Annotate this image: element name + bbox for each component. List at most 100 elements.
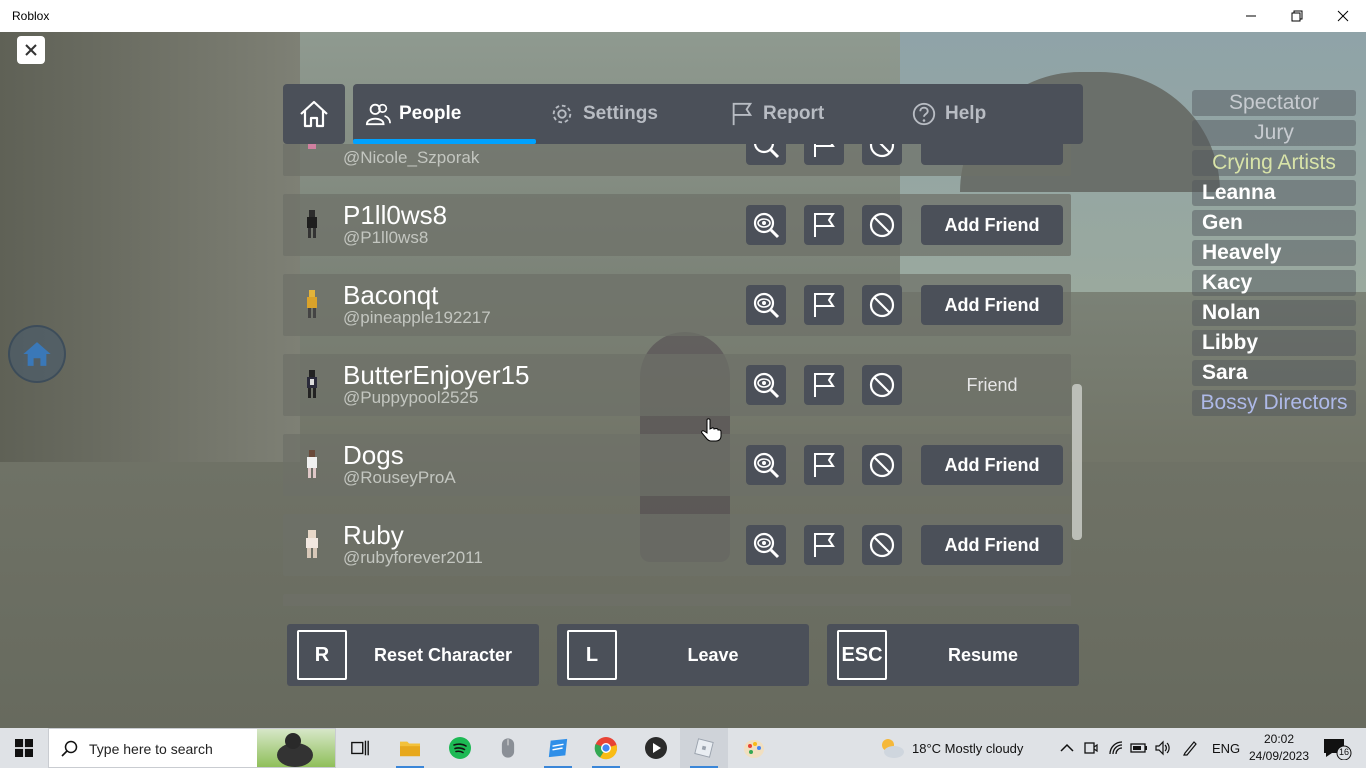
- volume-icon[interactable]: [1154, 740, 1170, 756]
- tab-people[interactable]: People: [365, 84, 461, 144]
- home-icon: [23, 342, 51, 366]
- spotify-taskbar[interactable]: [436, 728, 484, 768]
- block-button[interactable]: [862, 205, 902, 245]
- spectate-button[interactable]: [746, 205, 786, 245]
- friend-status-label: Friend: [966, 374, 1018, 395]
- people-icon: [365, 103, 391, 126]
- leave-button[interactable]: L Leave: [557, 624, 809, 686]
- flag-icon: [814, 453, 835, 477]
- minimize-button[interactable]: [1228, 0, 1274, 32]
- inspect-icon: [753, 532, 780, 559]
- list-scrollbar[interactable]: [1072, 384, 1082, 540]
- player-entry[interactable]: Sara: [1192, 360, 1356, 386]
- mouse-app-taskbar[interactable]: [484, 728, 532, 768]
- display-name: P1ll0ws8: [343, 200, 448, 230]
- player-entry[interactable]: Libby: [1192, 330, 1356, 356]
- chrome-icon: [594, 737, 618, 760]
- battery-icon[interactable]: [1130, 740, 1148, 756]
- close-menu-button[interactable]: [17, 36, 45, 64]
- add-friend-button[interactable]: [921, 144, 1063, 165]
- game-home-button[interactable]: [8, 325, 66, 383]
- mouse-icon: [501, 738, 515, 758]
- reset-character-button[interactable]: R Reset Character: [287, 624, 539, 686]
- reset-key-hint: R: [297, 630, 347, 680]
- player-row: Baconqt @pineapple192217 Add Friend: [283, 274, 1071, 336]
- leave-key-hint: L: [567, 630, 617, 680]
- block-button[interactable]: [862, 445, 902, 485]
- tab-help[interactable]: Help: [911, 84, 986, 144]
- tab-settings[interactable]: Settings: [549, 84, 658, 144]
- taskbar-clock[interactable]: 20:02 24/09/2023: [1248, 731, 1310, 765]
- block-button[interactable]: [862, 144, 902, 165]
- player-entry[interactable]: Gen: [1192, 210, 1356, 236]
- player-entry[interactable]: Leanna: [1192, 180, 1356, 206]
- player-name: Leanna: [1202, 181, 1276, 204]
- friend-button-label: Add Friend: [944, 214, 1040, 235]
- tab-help-label: Help: [945, 103, 987, 124]
- add-friend-button[interactable]: Add Friend: [921, 525, 1063, 565]
- player-entry[interactable]: Nolan: [1192, 300, 1356, 326]
- avatar: [303, 144, 321, 162]
- chrome-taskbar[interactable]: [582, 728, 630, 768]
- spectate-button[interactable]: [746, 365, 786, 405]
- report-player-button[interactable]: [804, 525, 844, 565]
- block-button[interactable]: [862, 365, 902, 405]
- player-row: @Nicole_Szporak: [283, 144, 1071, 176]
- roblox-taskbar[interactable]: [680, 728, 728, 768]
- report-player-button[interactable]: [804, 144, 844, 165]
- tab-report[interactable]: Report: [729, 84, 824, 144]
- folder-icon: [400, 741, 420, 757]
- spectate-button[interactable]: [746, 525, 786, 565]
- avatar: [303, 208, 321, 242]
- home-tab-button[interactable]: [283, 84, 345, 144]
- chevron-up-icon[interactable]: [1060, 742, 1074, 754]
- start-button[interactable]: [0, 728, 48, 768]
- player-entry[interactable]: Heavely: [1192, 240, 1356, 266]
- report-player-button[interactable]: [804, 365, 844, 405]
- team-crying-artists: Crying Artists: [1192, 150, 1356, 176]
- file-explorer-taskbar[interactable]: [386, 728, 434, 768]
- close-icon: [1337, 10, 1349, 22]
- paint-taskbar[interactable]: [730, 728, 778, 768]
- gorilla-icon: [277, 733, 313, 767]
- people-list[interactable]: @Nicole_Szporak P1ll0ws8 @P1ll0ws8 Add F…: [283, 144, 1083, 606]
- block-button[interactable]: [862, 525, 902, 565]
- weather-text[interactable]: 18°C Mostly cloudy: [912, 741, 1023, 756]
- language-indicator[interactable]: ENG: [1212, 741, 1240, 756]
- media-player-taskbar[interactable]: [632, 728, 680, 768]
- resume-button[interactable]: ESC Resume: [827, 624, 1079, 686]
- hand-cursor-icon: [701, 418, 722, 442]
- player-name: Nolan: [1202, 301, 1261, 324]
- restore-icon: [1291, 10, 1303, 22]
- home-icon: [300, 100, 328, 128]
- username: @rubyforever2011: [343, 548, 483, 567]
- restore-button[interactable]: [1274, 0, 1320, 32]
- task-view-button[interactable]: [336, 728, 384, 768]
- report-player-button[interactable]: [804, 285, 844, 325]
- username: @Nicole_Szporak: [343, 148, 480, 167]
- player-entry[interactable]: Kacy: [1192, 270, 1356, 296]
- player-row: Ruby @rubyforever2011 Add Friend: [283, 514, 1071, 576]
- player-name: Heavely: [1202, 241, 1282, 264]
- close-window-button[interactable]: [1320, 0, 1366, 32]
- roblox-studio-taskbar[interactable]: [534, 728, 582, 768]
- report-player-button[interactable]: [804, 205, 844, 245]
- inspect-icon: [753, 372, 780, 399]
- spectate-button[interactable]: [746, 144, 786, 165]
- block-button[interactable]: [862, 285, 902, 325]
- spectate-button[interactable]: [746, 285, 786, 325]
- add-friend-button[interactable]: Add Friend: [921, 445, 1063, 485]
- report-player-button[interactable]: [804, 445, 844, 485]
- taskbar-search[interactable]: Type here to search: [48, 728, 336, 768]
- notifications-button[interactable]: 16: [1320, 736, 1352, 761]
- meet-now-icon[interactable]: [1084, 740, 1098, 756]
- tab-people-label: People: [399, 103, 462, 124]
- pen-icon[interactable]: [1182, 740, 1198, 756]
- network-icon[interactable]: [1108, 740, 1124, 756]
- player-name: Kacy: [1202, 271, 1253, 294]
- spectate-button[interactable]: [746, 445, 786, 485]
- add-friend-button[interactable]: Add Friend: [921, 205, 1063, 245]
- block-icon: [869, 144, 895, 158]
- add-friend-button[interactable]: Add Friend: [921, 285, 1063, 325]
- spotify-icon: [449, 737, 471, 759]
